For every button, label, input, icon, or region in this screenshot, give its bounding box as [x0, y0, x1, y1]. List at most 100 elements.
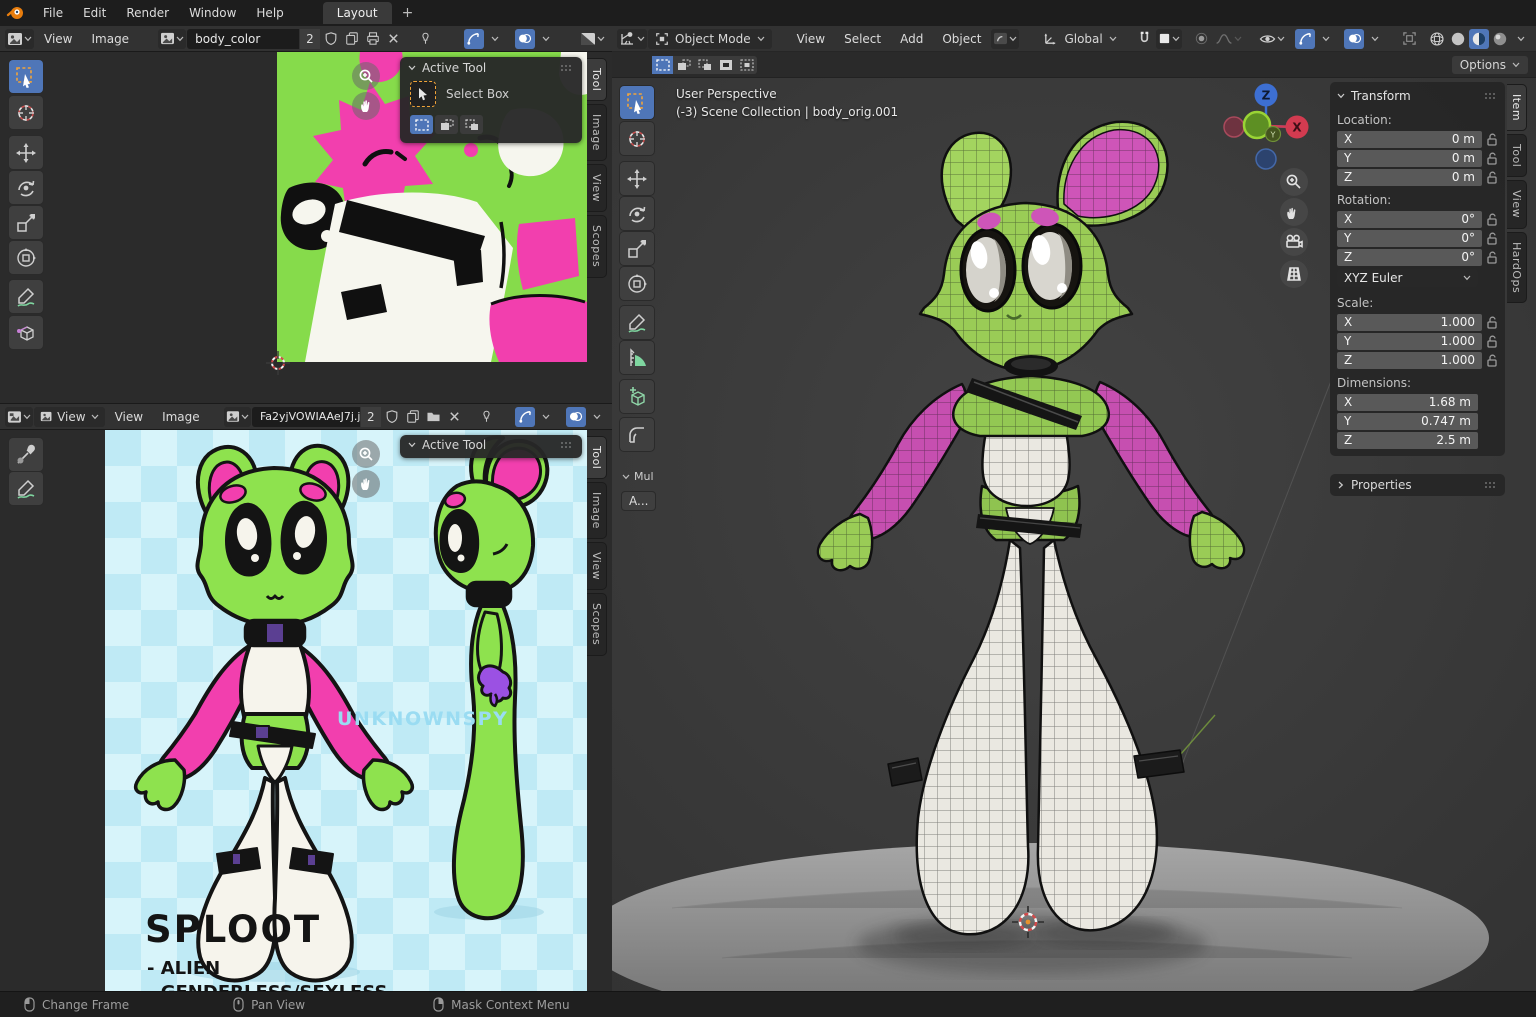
zoom-in-button[interactable] — [352, 440, 380, 468]
tool-annotate[interactable] — [9, 472, 43, 505]
tool-sample-color[interactable] — [9, 438, 43, 471]
pin-image-button[interactable] — [476, 407, 496, 427]
viewport-menu-object[interactable]: Object — [933, 29, 990, 49]
unlink-image-button[interactable] — [384, 29, 404, 49]
dimensions-z-field[interactable]: Z2.5 m — [1337, 432, 1478, 449]
tab-scopes[interactable]: Scopes — [587, 215, 607, 277]
lock-open-icon[interactable] — [1486, 213, 1498, 226]
tab-image[interactable]: Image — [587, 104, 607, 161]
browse-image-button[interactable] — [158, 29, 186, 49]
image-users-count[interactable]: 2 — [361, 407, 381, 427]
lock-open-icon[interactable] — [1486, 316, 1498, 329]
select-box-tool-icon[interactable] — [410, 81, 436, 107]
image-name-field[interactable]: Fa2yjVOWIAAeJ7j.jpg — [252, 407, 360, 427]
scale-z-field[interactable]: Z1.000 — [1337, 352, 1482, 369]
tab-tool[interactable]: Tool — [587, 58, 607, 101]
zoom-in-button[interactable] — [352, 62, 380, 90]
tool-move[interactable] — [620, 162, 654, 195]
chevron-down-icon[interactable] — [408, 65, 416, 71]
mode-set-button[interactable] — [410, 115, 433, 134]
tool-rounded-corner[interactable] — [620, 418, 654, 451]
menu-help[interactable]: Help — [247, 3, 292, 23]
new-image-button[interactable] — [403, 407, 423, 427]
tool-select-box[interactable] — [9, 60, 43, 93]
tab-view[interactable]: View — [587, 542, 607, 590]
location-y-field[interactable]: Y0 m — [1337, 150, 1482, 167]
panel-grip-icon[interactable] — [1484, 481, 1498, 489]
editor-type-button[interactable] — [5, 407, 33, 427]
dimensions-x-field[interactable]: X1.68 m — [1337, 394, 1478, 411]
proportional-editing-toggle[interactable] — [1192, 29, 1212, 49]
add-workspace-button[interactable]: + — [394, 3, 422, 23]
lock-open-icon[interactable] — [1486, 335, 1498, 348]
editor-type-button[interactable] — [5, 29, 34, 49]
pan-hand-button[interactable] — [352, 92, 380, 120]
tab-image[interactable]: Image — [587, 482, 607, 539]
browse-image-button[interactable] — [224, 407, 251, 427]
lock-open-icon[interactable] — [1486, 232, 1498, 245]
pan-hand-button[interactable] — [352, 470, 380, 498]
zoom-button[interactable] — [1280, 168, 1308, 196]
mode-extend-button[interactable] — [435, 115, 458, 134]
image-users-count[interactable]: 2 — [300, 29, 320, 49]
image-bottom-menu-image[interactable]: Image — [153, 407, 209, 427]
panel-grip-icon[interactable] — [1484, 92, 1498, 100]
overlays-dropdown[interactable] — [587, 407, 607, 427]
location-z-field[interactable]: Z0 m — [1337, 169, 1482, 186]
location-x-field[interactable]: X0 m — [1337, 131, 1482, 148]
scale-x-field[interactable]: X1.000 — [1337, 314, 1482, 331]
tool-cursor[interactable] — [9, 96, 43, 129]
tab-scopes[interactable]: Scopes — [587, 593, 607, 655]
select-mode-intersect[interactable] — [736, 56, 757, 74]
tool-fallback-dropdown[interactable] — [991, 29, 1019, 49]
image-name-field[interactable]: body_color — [187, 29, 299, 49]
gizmos-dropdown[interactable] — [536, 407, 556, 427]
tool-sample-box[interactable] — [9, 316, 43, 349]
image-bottom-menu-view[interactable]: View — [106, 407, 152, 427]
sidebar-tab-hardops[interactable]: HardOps — [1507, 232, 1527, 303]
menu-edit[interactable]: Edit — [74, 3, 115, 23]
select-mode-set[interactable] — [652, 56, 673, 74]
sidebar-tab-view[interactable]: View — [1507, 180, 1527, 228]
tool-scale[interactable] — [620, 232, 654, 265]
tab-tool[interactable]: Tool — [587, 436, 607, 479]
sidebar-properties-panel[interactable]: Properties — [1330, 474, 1505, 496]
toolbar-subpanel-header[interactable]: Mul — [622, 470, 654, 483]
overlays-toggle[interactable] — [1344, 29, 1364, 49]
tool-transform[interactable] — [620, 267, 654, 300]
lock-open-icon[interactable] — [1486, 152, 1498, 165]
shading-solid-button[interactable] — [1448, 29, 1468, 49]
rotation-mode-dropdown[interactable]: XYZ Euler — [1337, 269, 1478, 287]
panel-grip-icon[interactable] — [560, 441, 574, 449]
shading-dropdown[interactable] — [1511, 29, 1531, 49]
rotation-z-field[interactable]: Z0° — [1337, 249, 1482, 266]
tool-annotate[interactable] — [620, 306, 654, 339]
tool-select-box[interactable] — [620, 86, 654, 119]
toolbar-subpanel-button[interactable]: A... — [622, 492, 655, 510]
shading-rendered-button[interactable] — [1490, 29, 1510, 49]
options-dropdown[interactable]: Options — [1452, 56, 1528, 74]
open-image-button[interactable] — [424, 407, 444, 427]
sidebar-tab-tool[interactable]: Tool — [1507, 134, 1527, 177]
fake-user-shield-button[interactable] — [382, 407, 402, 427]
rotation-y-field[interactable]: Y0° — [1337, 230, 1482, 247]
workspace-tab-layout[interactable]: Layout — [323, 2, 392, 24]
select-mode-invert[interactable] — [715, 56, 736, 74]
viewport-menu-view[interactable]: View — [788, 29, 834, 49]
tool-scale[interactable] — [9, 206, 43, 239]
viewport-menu-select[interactable]: Select — [835, 29, 890, 49]
lock-open-icon[interactable] — [1486, 251, 1498, 264]
rotation-x-field[interactable]: X0° — [1337, 211, 1482, 228]
lock-open-icon[interactable] — [1486, 171, 1498, 184]
editor-type-button[interactable] — [617, 29, 647, 49]
menu-file[interactable]: File — [34, 3, 72, 23]
scale-y-field[interactable]: Y1.000 — [1337, 333, 1482, 350]
select-mode-extend[interactable] — [673, 56, 694, 74]
image-top-menu-image[interactable]: Image — [82, 29, 138, 49]
menu-window[interactable]: Window — [180, 3, 245, 23]
orientation-dropdown[interactable]: Global — [1037, 29, 1122, 49]
chevron-down-icon[interactable] — [1337, 93, 1345, 99]
overlays-dropdown[interactable] — [536, 29, 556, 49]
sidebar-tab-item[interactable]: Item — [1507, 84, 1527, 131]
mode-dropdown[interactable]: Object Mode — [648, 29, 772, 49]
